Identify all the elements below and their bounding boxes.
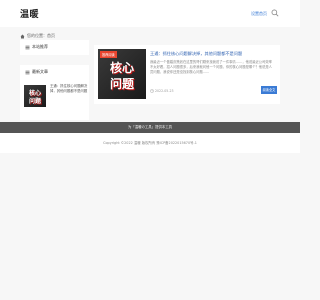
list-icon: [25, 45, 30, 49]
article-thumbnail[interactable]: 推荐阅读 核心 问题: [98, 49, 146, 99]
list-icon: [25, 70, 30, 74]
article-date: 2022-05-23: [150, 89, 174, 93]
article-date-text: 2022-05-23: [155, 89, 174, 93]
clock-icon: [150, 89, 154, 93]
set-home-link[interactable]: 设置首页: [251, 11, 267, 17]
breadcrumb: 您的位置：首页: [20, 33, 55, 39]
thumbnail-text-line2: 问题: [28, 98, 41, 105]
recommend-panel: 本站推荐: [20, 40, 89, 55]
article-card: 推荐阅读 核心 问题 王通：抓住核心问题解决掉，其他问题都不是问题 我最近一个做…: [94, 45, 280, 104]
recommend-title: 本站推荐: [32, 44, 48, 49]
home-icon: [20, 34, 25, 38]
breadcrumb-current[interactable]: 您的位置：首页: [27, 33, 55, 39]
site-logo[interactable]: 温暖: [20, 7, 39, 20]
footer-copyright: Copyright ©2022 温暖 版权所有 豫ICP备2022015670号…: [0, 133, 300, 153]
latest-title: 最新文章: [32, 69, 48, 74]
thumbnail-text-line1: 核心: [109, 61, 134, 75]
footer-slogan: 为「温暖の工具」提供本工具: [0, 122, 300, 133]
site-header: 温暖 设置首页: [0, 0, 300, 27]
latest-item-title[interactable]: 王通：抓住核心问题解决掉，其他问题都不是问题: [50, 84, 88, 94]
article-title[interactable]: 王通：抓住核心问题解决掉，其他问题都不是问题: [150, 51, 242, 57]
category-tag[interactable]: 推荐阅读: [100, 51, 117, 58]
read-more-button[interactable]: 阅读全文: [261, 86, 277, 94]
article-excerpt: 我最近一个做婚庆策划在这里的哥们刚来找我说了一件事情……，他说最近公司效率不太好…: [150, 60, 272, 75]
search-icon[interactable]: [271, 9, 279, 17]
thumbnail-text-line2: 问题: [109, 77, 134, 91]
latest-item-thumbnail[interactable]: 核心 问题: [24, 85, 46, 107]
